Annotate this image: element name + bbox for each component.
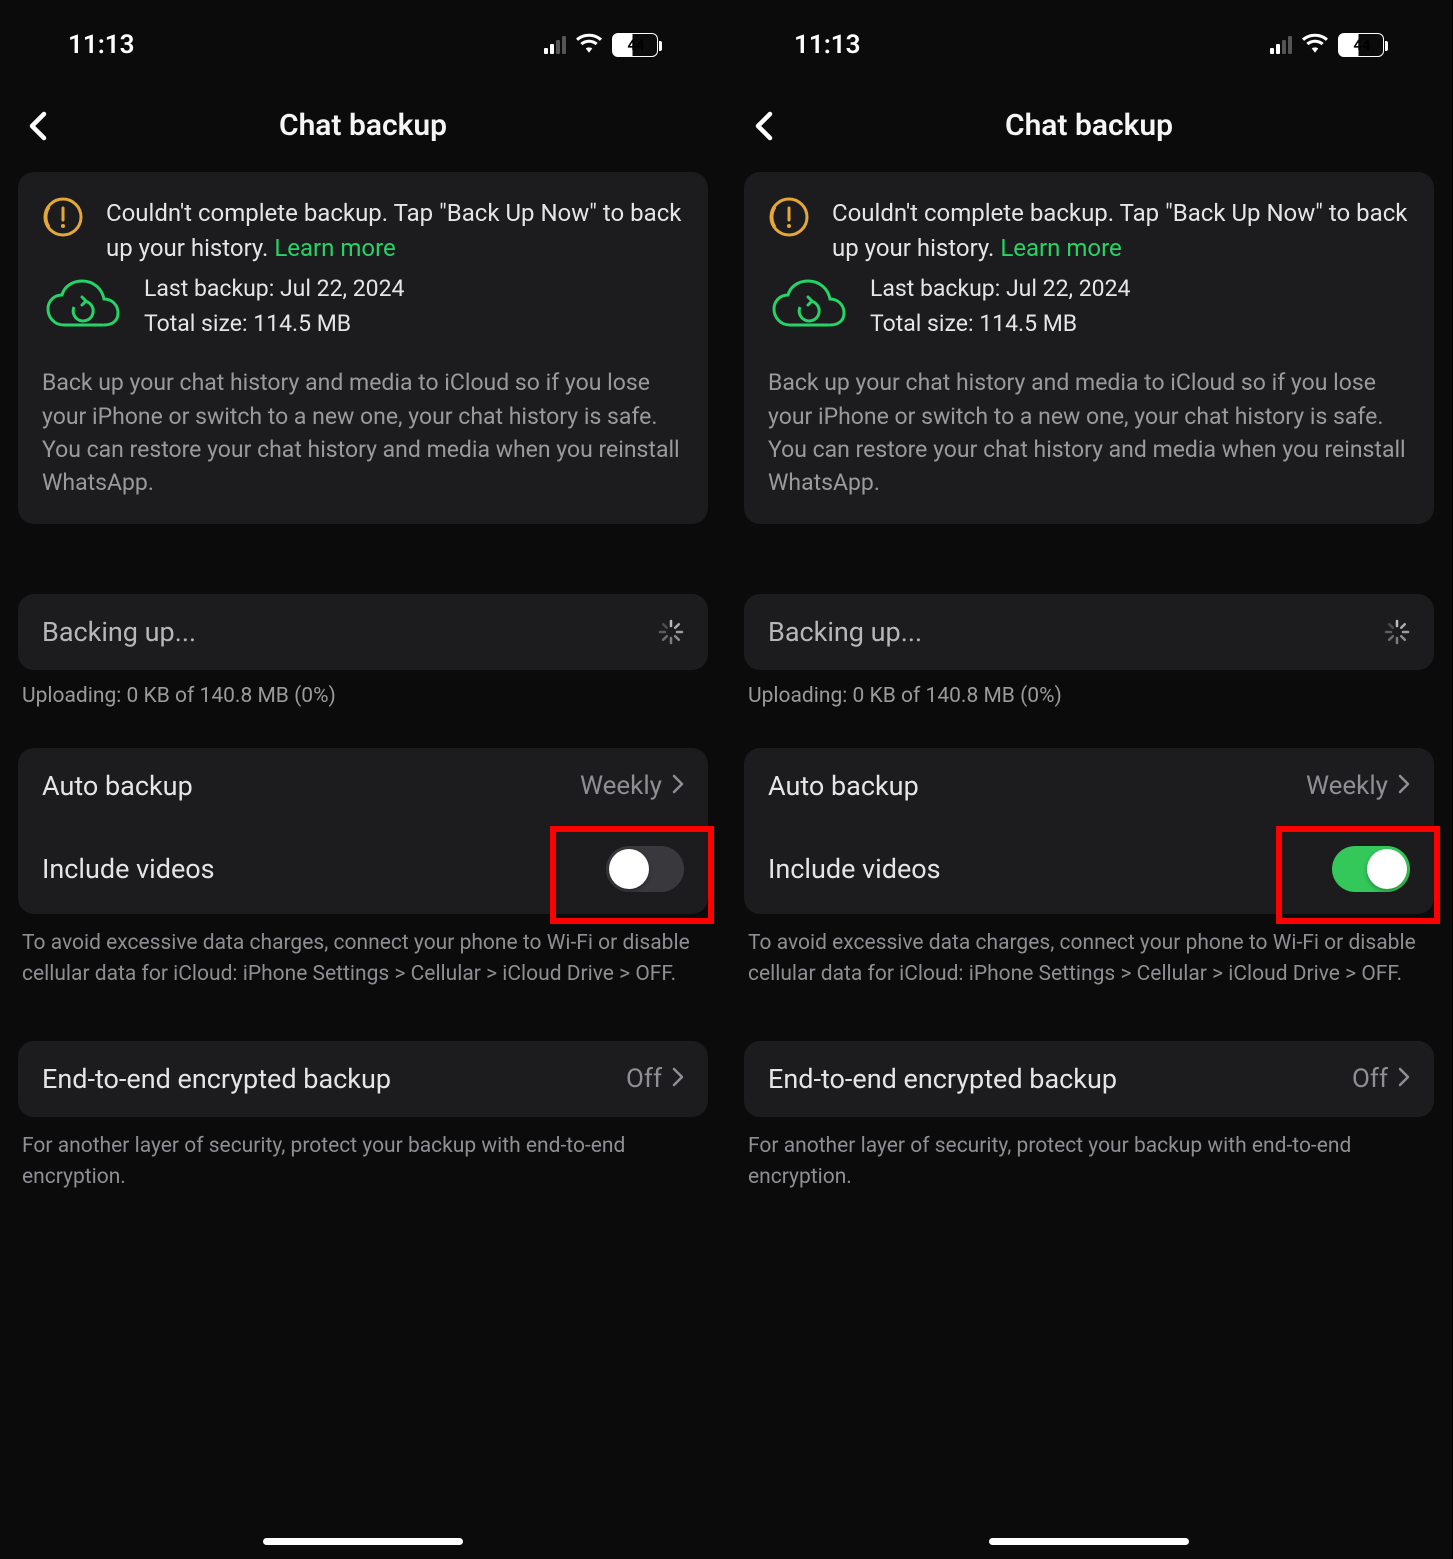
auto-backup-label: Auto backup <box>768 770 919 802</box>
settings-footer: To avoid excessive data charges, connect… <box>748 928 1430 991</box>
chevron-right-icon <box>672 771 684 801</box>
e2e-backup-row[interactable]: End-to-end encrypted backup Off <box>18 1041 708 1117</box>
backup-status-lines: Last backup: Jul 22, 2024 Total size: 11… <box>870 272 1130 341</box>
page-title: Chat backup <box>279 108 447 143</box>
battery-indicator: 44 <box>1338 33 1384 57</box>
status-right-cluster: 44 <box>1270 30 1384 60</box>
status-right-cluster: 44 <box>544 30 658 60</box>
backing-up-card: Backing up... <box>744 594 1434 670</box>
auto-backup-row[interactable]: Auto backup Weekly <box>744 748 1434 824</box>
chevron-right-icon <box>1398 1064 1410 1094</box>
e2e-backup-label: End-to-end encrypted backup <box>768 1063 1117 1095</box>
auto-backup-row[interactable]: Auto backup Weekly <box>18 748 708 824</box>
cellular-signal-icon <box>544 36 566 54</box>
last-backup-text: Last backup: Jul 22, 2024 <box>870 272 1130 305</box>
include-videos-row: Include videos <box>18 824 708 914</box>
battery-pct: 44 <box>627 36 644 54</box>
cellular-signal-icon <box>1270 36 1292 54</box>
backup-status-row: Last backup: Jul 22, 2024 Total size: 11… <box>768 272 1410 341</box>
status-time: 11:13 <box>68 30 135 60</box>
total-size-text: Total size: 114.5 MB <box>144 310 351 337</box>
backup-alert: Couldn't complete backup. Tap "Back Up N… <box>768 196 1410 266</box>
wifi-icon <box>1302 30 1328 60</box>
include-videos-toggle[interactable] <box>606 846 684 892</box>
e2e-value-text: Off <box>626 1064 662 1094</box>
auto-backup-label: Auto backup <box>42 770 193 802</box>
backup-info-card: Couldn't complete backup. Tap "Back Up N… <box>18 172 708 524</box>
phone-panel-left: 11:13 44 Chat backup Couldn't complete b… <box>0 0 726 1559</box>
backup-status-lines: Last backup: Jul 22, 2024 Total size: 11… <box>144 272 404 341</box>
backup-status-row: Last backup: Jul 22, 2024 Total size: 11… <box>42 272 684 341</box>
include-videos-row: Include videos <box>744 824 1434 914</box>
battery-indicator: 44 <box>612 33 658 57</box>
phone-panel-right: 11:13 44 Chat backup Couldn't complete b… <box>726 0 1452 1559</box>
cloud-sync-icon <box>768 277 848 335</box>
backup-settings-card: Auto backup Weekly Include videos <box>744 748 1434 914</box>
include-videos-toggle[interactable] <box>1332 846 1410 892</box>
chevron-right-icon <box>672 1064 684 1094</box>
nav-header: Chat backup <box>18 90 708 160</box>
status-bar: 11:13 44 <box>744 0 1434 90</box>
status-bar: 11:13 44 <box>18 0 708 90</box>
home-indicator[interactable] <box>989 1538 1189 1545</box>
alert-text: Couldn't complete backup. Tap "Back Up N… <box>832 196 1410 266</box>
include-videos-label: Include videos <box>42 853 215 885</box>
warning-icon <box>42 196 84 238</box>
e2e-value-text: Off <box>1352 1064 1388 1094</box>
e2e-footer: For another layer of security, protect y… <box>748 1131 1430 1194</box>
auto-backup-value: Weekly <box>1306 771 1410 801</box>
status-time: 11:13 <box>794 30 861 60</box>
spinner-icon <box>658 619 684 645</box>
alert-text: Couldn't complete backup. Tap "Back Up N… <box>106 196 684 266</box>
settings-footer: To avoid excessive data charges, connect… <box>22 928 704 991</box>
auto-backup-value-text: Weekly <box>1306 771 1388 801</box>
auto-backup-value: Weekly <box>580 771 684 801</box>
backup-info-card: Couldn't complete backup. Tap "Back Up N… <box>744 172 1434 524</box>
learn-more-link[interactable]: Learn more <box>1000 234 1121 262</box>
backup-settings-card: Auto backup Weekly Include videos <box>18 748 708 914</box>
uploading-status: Uploading: 0 KB of 140.8 MB (0%) <box>22 684 704 708</box>
e2e-backup-value: Off <box>626 1064 684 1094</box>
backup-description: Back up your chat history and media to i… <box>42 366 684 499</box>
backup-alert: Couldn't complete backup. Tap "Back Up N… <box>42 196 684 266</box>
total-size-text: Total size: 114.5 MB <box>870 310 1077 337</box>
nav-header: Chat backup <box>744 90 1434 160</box>
include-videos-label: Include videos <box>768 853 941 885</box>
chevron-right-icon <box>1398 771 1410 801</box>
back-button[interactable] <box>18 106 58 146</box>
e2e-backup-row[interactable]: End-to-end encrypted backup Off <box>744 1041 1434 1117</box>
auto-backup-value-text: Weekly <box>580 771 662 801</box>
cloud-sync-icon <box>42 277 122 335</box>
wifi-icon <box>576 30 602 60</box>
battery-pct: 44 <box>1353 36 1370 54</box>
e2e-backup-card: End-to-end encrypted backup Off <box>18 1041 708 1117</box>
e2e-backup-label: End-to-end encrypted backup <box>42 1063 391 1095</box>
backing-up-label: Backing up... <box>42 616 196 648</box>
backing-up-card: Backing up... <box>18 594 708 670</box>
e2e-backup-card: End-to-end encrypted backup Off <box>744 1041 1434 1117</box>
page-title: Chat backup <box>1005 108 1173 143</box>
backing-up-label: Backing up... <box>768 616 922 648</box>
uploading-status: Uploading: 0 KB of 140.8 MB (0%) <box>748 684 1430 708</box>
home-indicator[interactable] <box>263 1538 463 1545</box>
last-backup-text: Last backup: Jul 22, 2024 <box>144 272 404 305</box>
spinner-icon <box>1384 619 1410 645</box>
warning-icon <box>768 196 810 238</box>
e2e-backup-value: Off <box>1352 1064 1410 1094</box>
backup-description: Back up your chat history and media to i… <box>768 366 1410 499</box>
e2e-footer: For another layer of security, protect y… <box>22 1131 704 1194</box>
back-button[interactable] <box>744 106 784 146</box>
learn-more-link[interactable]: Learn more <box>274 234 395 262</box>
